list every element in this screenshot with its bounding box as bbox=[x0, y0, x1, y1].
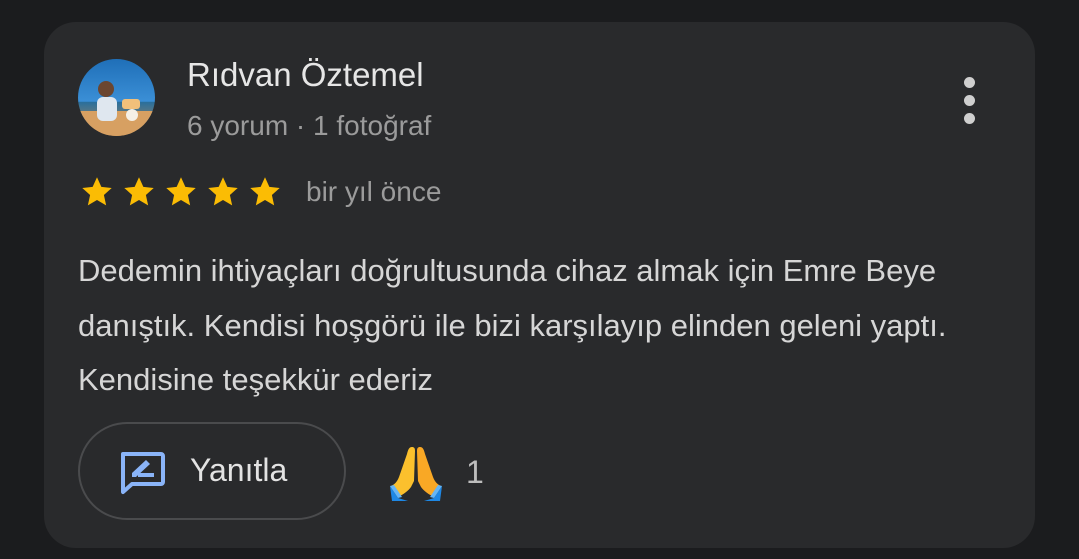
avatar-photo bbox=[78, 59, 155, 136]
star-icon bbox=[124, 177, 154, 206]
reaction-count: 1 bbox=[466, 453, 484, 490]
review-text: Dedemin ihtiyaçları doğrultusunda cihaz … bbox=[78, 253, 947, 397]
more-vert-icon-dot bbox=[963, 94, 975, 106]
more-options-button[interactable] bbox=[950, 72, 988, 128]
more-vert-icon-dot bbox=[963, 112, 975, 124]
review-time: bir yıl önce bbox=[306, 176, 442, 207]
more-vert-icon-dot bbox=[963, 76, 975, 88]
star-icon bbox=[250, 177, 280, 206]
author-name[interactable]: Rıdvan Öztemel bbox=[187, 56, 424, 94]
reply-label: Yanıtla bbox=[190, 452, 288, 488]
rating-row: bir yıl önce bbox=[78, 172, 441, 212]
author-meta: 6 yorum · 1 fotoğraf bbox=[187, 110, 432, 141]
star-rating bbox=[78, 174, 284, 210]
review-card: Rıdvan Öztemel 6 yorum · 1 fotoğraf bir … bbox=[44, 22, 1035, 548]
reaction-button[interactable]: 1 bbox=[388, 442, 484, 502]
star-icon bbox=[82, 177, 112, 206]
author-avatar[interactable] bbox=[78, 59, 155, 136]
reply-button[interactable]: Yanıtla bbox=[78, 422, 346, 520]
star-icon bbox=[166, 177, 196, 206]
folded-hands-icon bbox=[390, 447, 442, 501]
rate-review-icon bbox=[121, 452, 165, 494]
star-icon bbox=[208, 177, 238, 206]
